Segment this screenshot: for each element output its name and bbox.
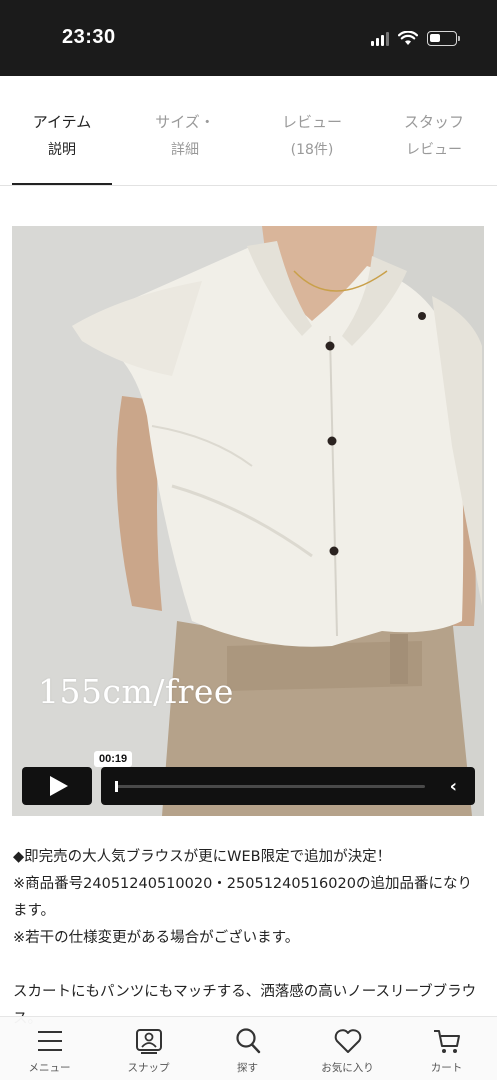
nav-label: スナップ — [127, 1062, 170, 1074]
description-line: ※商品番号24051240510020・25051240516020の追加品番に… — [13, 876, 472, 919]
tab-label-line1: レビュー — [281, 113, 342, 131]
video-frame-illustration — [12, 226, 484, 816]
tab-staff-reviews[interactable]: スタッフ レビュー — [384, 108, 484, 186]
search-icon — [235, 1028, 260, 1054]
progress-knob[interactable] — [115, 781, 118, 792]
snap-icon — [135, 1029, 162, 1054]
nav-label: お気に入り — [321, 1062, 374, 1074]
nav-label: メニュー — [28, 1062, 71, 1074]
description-line: ◆即完売の大人気ブラウスが更にWEB限定で追加が決定！ — [13, 849, 392, 865]
bottom-navigation: メニュー スナップ 探す お気に入り カート — [0, 1016, 497, 1080]
nav-cart[interactable]: カート — [397, 1017, 496, 1080]
play-button[interactable] — [22, 767, 92, 805]
status-icons — [371, 31, 460, 46]
product-tabs: アイテム 説明 サイズ・ 詳細 レビュー (18件) スタッフ レビュー — [0, 108, 497, 186]
tab-label-line2: レビュー — [406, 142, 462, 158]
battery-icon — [427, 31, 460, 46]
nav-label: カート — [430, 1062, 463, 1074]
nav-favorites[interactable]: お気に入り — [298, 1017, 397, 1080]
tabs-divider — [0, 185, 497, 186]
tab-label-line1: アイテム — [32, 113, 92, 131]
wifi-icon — [398, 31, 418, 45]
status-time: 23:30 — [62, 26, 116, 48]
status-bar: 23:30 — [0, 0, 497, 76]
tab-reviews[interactable]: レビュー (18件) — [262, 108, 362, 186]
product-video[interactable] — [12, 226, 484, 816]
tab-item-description[interactable]: アイテム 説明 — [12, 108, 112, 186]
nav-snap[interactable]: スナップ — [99, 1017, 198, 1080]
tab-label-line2: 説明 — [48, 142, 76, 158]
heart-icon — [334, 1029, 361, 1053]
video-progress-bar[interactable]: ‹ — [101, 767, 475, 805]
tab-label-line2: 詳細 — [171, 142, 199, 158]
tab-label-line2: (18件) — [290, 142, 334, 158]
description-line: ※若干の仕様変更がある場合がございます。 — [13, 930, 300, 946]
chevron-left-icon[interactable]: ‹ — [450, 776, 457, 797]
video-overlay-text: 155cm/free — [38, 672, 234, 711]
tab-label-line1: スタッフ — [403, 113, 464, 131]
nav-search[interactable]: 探す — [198, 1017, 297, 1080]
signal-icon — [371, 31, 389, 46]
cart-icon — [433, 1030, 460, 1053]
tab-label-line1: サイズ・ — [155, 113, 215, 131]
progress-track[interactable] — [117, 785, 425, 788]
play-icon — [50, 776, 68, 796]
product-description: ◆即完売の大人気ブラウスが更にWEB限定で追加が決定！ ※商品番号2405124… — [13, 844, 485, 1033]
nav-label: 探す — [237, 1062, 258, 1074]
video-time-tooltip: 00:19 — [94, 751, 133, 767]
menu-icon — [37, 1031, 62, 1051]
tab-size-details[interactable]: サイズ・ 詳細 — [135, 108, 235, 186]
nav-menu[interactable]: メニュー — [0, 1017, 99, 1080]
